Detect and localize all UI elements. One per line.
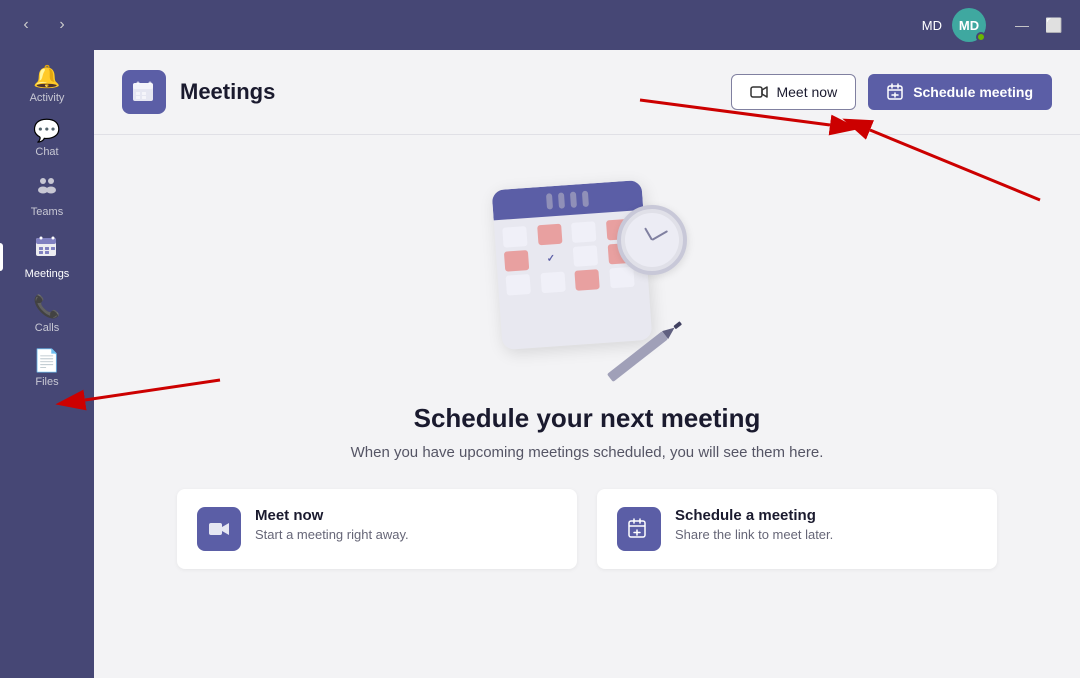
meetings-icon bbox=[34, 234, 60, 264]
meet-now-label: Meet now bbox=[776, 84, 837, 100]
schedule-meeting-label: Schedule meeting bbox=[913, 84, 1033, 100]
files-icon: 📄 bbox=[33, 350, 60, 372]
sidebar: 🔔 Activity 💬 Chat Teams bbox=[0, 50, 94, 678]
calendar-add-icon bbox=[887, 83, 905, 101]
meet-now-button[interactable]: Meet now bbox=[731, 74, 856, 110]
sidebar-item-activity-label: Activity bbox=[30, 92, 65, 104]
meet-now-card-title: Meet now bbox=[255, 507, 409, 524]
teams-icon bbox=[35, 174, 59, 202]
sidebar-item-files-label: Files bbox=[35, 376, 58, 388]
action-cards: Meet now Start a meeting right away. bbox=[177, 489, 997, 569]
sidebar-item-activity[interactable]: 🔔 Activity bbox=[0, 58, 94, 112]
presence-badge bbox=[976, 32, 986, 42]
user-name-label: MD bbox=[922, 18, 942, 33]
schedule-card-text: Schedule a meeting Share the link to mee… bbox=[675, 507, 833, 542]
main-heading: Schedule your next meeting bbox=[414, 403, 761, 434]
forward-button[interactable]: › bbox=[48, 11, 76, 39]
titlebar: ‹ › MD MD — ⬜ bbox=[0, 0, 1080, 50]
meet-now-card-desc: Start a meeting right away. bbox=[255, 527, 409, 542]
main-content: ✓ bbox=[94, 135, 1080, 678]
avatar-initials: MD bbox=[959, 18, 979, 33]
schedule-card-desc: Share the link to meet later. bbox=[675, 527, 833, 542]
meet-now-card-text: Meet now Start a meeting right away. bbox=[255, 507, 409, 542]
nav-buttons: ‹ › bbox=[12, 11, 76, 39]
schedule-card-title: Schedule a meeting bbox=[675, 507, 833, 524]
sidebar-item-chat-label: Chat bbox=[35, 146, 58, 158]
app-body: 🔔 Activity 💬 Chat Teams bbox=[0, 50, 1080, 678]
sidebar-item-files[interactable]: 📄 Files bbox=[0, 342, 94, 396]
restore-button[interactable]: ⬜ bbox=[1040, 11, 1068, 39]
calendar-illustration: ✓ bbox=[477, 175, 697, 375]
content-area: Meetings Meet now bbox=[94, 50, 1080, 678]
main-subtext: When you have upcoming meetings schedule… bbox=[351, 444, 824, 461]
sidebar-item-teams-label: Teams bbox=[31, 206, 63, 218]
schedule-card[interactable]: Schedule a meeting Share the link to mee… bbox=[597, 489, 997, 569]
sidebar-item-calls[interactable]: 📞 Calls bbox=[0, 288, 94, 342]
schedule-meeting-button[interactable]: Schedule meeting bbox=[868, 74, 1052, 110]
page-icon bbox=[122, 70, 166, 114]
calls-icon: 📞 bbox=[33, 296, 60, 318]
back-button[interactable]: ‹ bbox=[12, 11, 40, 39]
window-controls: — ⬜ bbox=[1008, 11, 1068, 39]
sidebar-item-teams[interactable]: Teams bbox=[0, 166, 94, 226]
clock-graphic bbox=[617, 205, 687, 275]
sidebar-item-meetings-label: Meetings bbox=[25, 268, 70, 280]
minimize-button[interactable]: — bbox=[1008, 11, 1036, 39]
sidebar-item-calls-label: Calls bbox=[35, 322, 59, 334]
content-header: Meetings Meet now bbox=[94, 50, 1080, 135]
meet-now-card-icon bbox=[197, 507, 241, 551]
header-actions: Meet now Schedule meeting bbox=[731, 74, 1052, 110]
sidebar-item-meetings[interactable]: Meetings bbox=[0, 226, 94, 288]
schedule-card-icon bbox=[617, 507, 661, 551]
page-title: Meetings bbox=[180, 79, 731, 105]
bell-icon: 🔔 bbox=[33, 66, 60, 88]
chat-icon: 💬 bbox=[33, 120, 60, 142]
titlebar-right: MD MD — ⬜ bbox=[922, 8, 1068, 42]
camera-icon bbox=[750, 83, 768, 101]
avatar[interactable]: MD bbox=[952, 8, 986, 42]
sidebar-item-chat[interactable]: 💬 Chat bbox=[0, 112, 94, 166]
meet-now-card[interactable]: Meet now Start a meeting right away. bbox=[177, 489, 577, 569]
